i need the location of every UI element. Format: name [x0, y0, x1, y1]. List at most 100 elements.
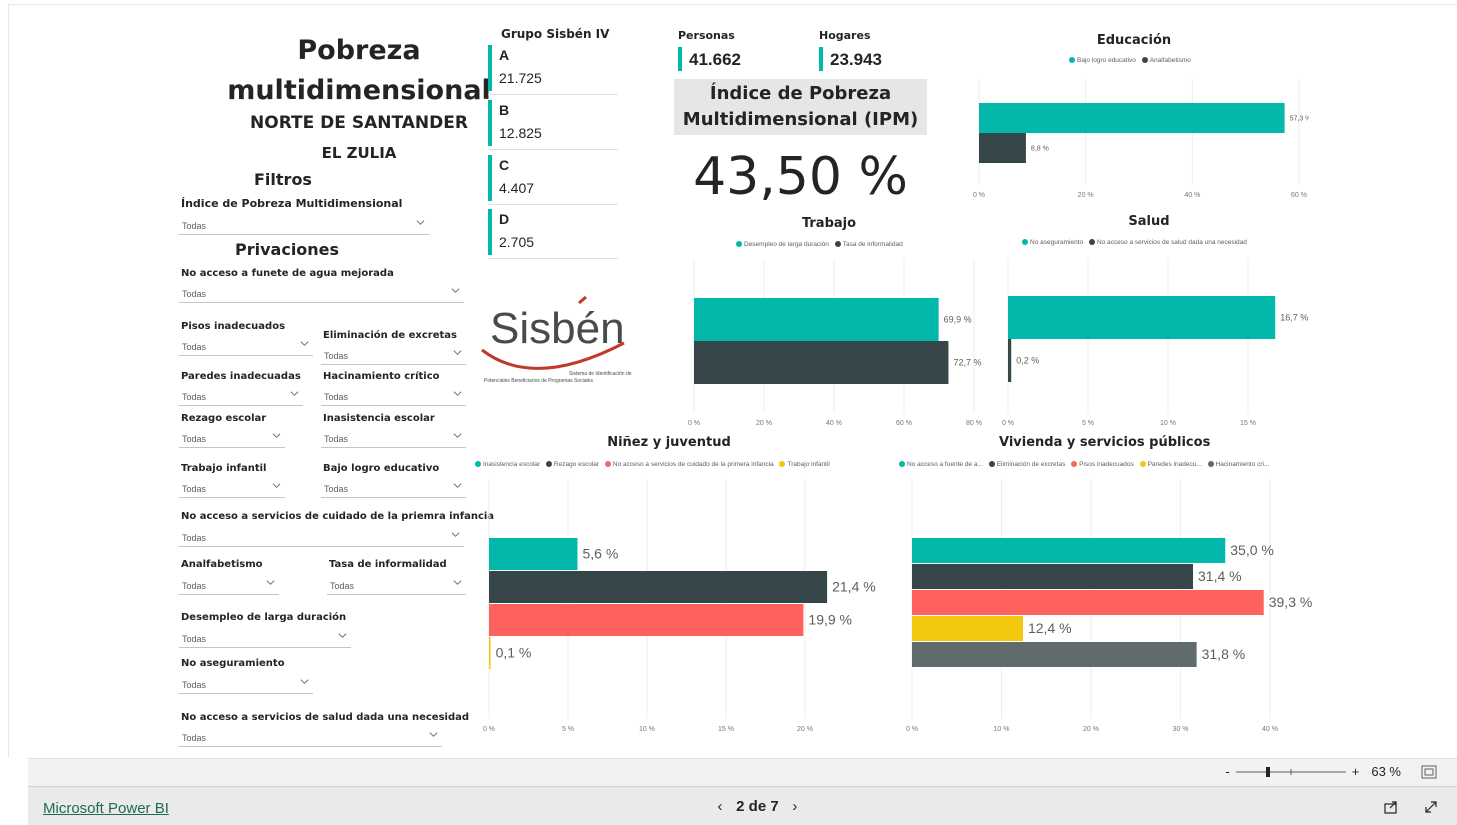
rezago-slicer[interactable]: Todas	[179, 429, 285, 448]
legend-item: No acceso a servicios de cuidado de la p…	[604, 461, 774, 468]
bar	[912, 564, 1194, 589]
legend-ninez: Inasistencia escolar Rezago escolar No a…	[475, 461, 834, 468]
cuidado-slicer[interactable]: Todas	[179, 528, 464, 547]
chevron-down-icon	[429, 732, 438, 737]
agua-slicer[interactable]: Todas	[179, 284, 464, 303]
chart-title-trabajo: Trabajo	[801, 216, 857, 231]
chart-title-vivienda: Vivienda y servicios públicos	[999, 435, 1211, 450]
legend-item: Bajo logro educativo	[1069, 57, 1136, 64]
legend-label: Inasistencia escolar	[483, 461, 541, 468]
tick-label: 40 %	[1262, 726, 1278, 733]
legend-label: Rezago escolar	[553, 461, 600, 468]
slicer-value: Todas	[324, 351, 349, 361]
analfabetismo-slicer[interactable]: Todas	[179, 576, 279, 595]
grupo-sisben-title: Grupo Sisbén IV	[501, 27, 610, 41]
tick-label: 20 %	[1078, 192, 1094, 199]
ipm-slicer[interactable]: Todas	[179, 216, 429, 235]
legend-dot	[1207, 461, 1214, 467]
legend-label: Paredes inadecu...	[1147, 461, 1202, 468]
card-accent	[488, 209, 492, 255]
next-page-icon[interactable]: ›	[783, 798, 807, 815]
legend-dot	[1088, 239, 1095, 245]
tick-label: 40 %	[1184, 192, 1200, 199]
bajo-logro-slicer[interactable]: Todas	[321, 479, 466, 498]
prev-page-icon[interactable]: ‹	[708, 798, 732, 815]
bar	[489, 604, 804, 636]
data-label: 16,7 %	[1280, 313, 1308, 323]
zoom-slider[interactable]	[1235, 766, 1346, 778]
zoom-in-button[interactable]: +	[1352, 764, 1360, 779]
fit-to-page-icon[interactable]	[1421, 765, 1437, 779]
chevron-down-icon	[272, 433, 281, 438]
chevron-down-icon	[416, 220, 425, 225]
pisos-slicer[interactable]: Todas	[179, 337, 313, 356]
grupo-letter: B	[499, 102, 510, 118]
ipm-title-line2: Multidimensional (IPM)	[682, 109, 919, 130]
power-bi-link[interactable]: Microsoft Power BI	[43, 800, 169, 817]
agua-filter-label: No acceso a funete de agua mejorada	[181, 268, 394, 279]
legend-label: No acceso a servicios de cuidado de la p…	[612, 461, 774, 468]
grupo-value: 21.725	[499, 70, 542, 86]
legend-label: Hacinamiento cri...	[1215, 461, 1270, 468]
salud-filter-label: No acceso a servicios de salud dada una …	[181, 712, 470, 723]
legend-dot	[475, 461, 481, 467]
slicer-value: Todas	[182, 484, 207, 494]
chevron-down-icon	[338, 633, 347, 638]
municipality-title: EL ZULIA	[321, 144, 397, 162]
hogares-value: 23.943	[830, 50, 882, 69]
tick-label: 60 %	[896, 420, 912, 427]
fullscreen-icon[interactable]	[1423, 799, 1439, 815]
inasistencia-slicer[interactable]: Todas	[321, 429, 466, 448]
logo-wordmark: Sisbén	[490, 304, 625, 353]
data-label: 8,8 %	[1031, 145, 1049, 152]
data-label: 5,6 %	[582, 546, 618, 562]
paredes-slicer[interactable]: Todas	[179, 387, 303, 406]
legend-item: Paredes inadecu...	[1139, 461, 1202, 468]
legend-label: No aseguramiento	[1030, 239, 1084, 246]
slicer-value: Todas	[182, 533, 207, 543]
tick-label: 10 %	[639, 726, 655, 733]
personas-accent	[678, 47, 682, 71]
slicer-value: Todas	[324, 484, 349, 494]
legend-item: Rezago escolar	[545, 461, 600, 468]
legend-item: No acceso a servicios de salud dada una …	[1088, 239, 1247, 246]
trabajo-infantil-slicer[interactable]: Todas	[179, 479, 285, 498]
salud-slicer[interactable]: Todas	[179, 728, 442, 747]
chart-title-salud: Salud	[1128, 214, 1170, 229]
legend-educacion: Bajo logro educativo Analfabetismo	[1069, 57, 1195, 64]
legend-dot	[1141, 57, 1148, 63]
informalidad-filter-label: Tasa de informalidad	[329, 559, 447, 570]
card-accent	[488, 100, 492, 146]
legend-label: Bajo logro educativo	[1077, 57, 1136, 64]
zoom-slider-thumb[interactable]	[1265, 766, 1270, 777]
legend-trabajo: Desempleo de larga duración Tasa de info…	[736, 241, 907, 248]
legend-item: Analfabetismo	[1141, 57, 1191, 64]
desempleo-slicer[interactable]: Todas	[179, 629, 351, 648]
chevron-down-icon	[453, 350, 462, 355]
data-label: 0,2 %	[1016, 356, 1039, 366]
zoom-out-button[interactable]: -	[1225, 764, 1229, 779]
slicer-value: Todas	[182, 392, 207, 402]
rezago-filter-label: Rezago escolar	[181, 413, 267, 424]
aseguramiento-filter-label: No aseguramiento	[181, 658, 285, 669]
legend-item: Tasa de informalidad	[834, 241, 903, 248]
legend-item: Eliminación de excretas	[988, 461, 1065, 468]
legend-dot	[736, 241, 742, 247]
excretas-slicer[interactable]: Todas	[321, 346, 466, 365]
bar	[1008, 339, 1012, 382]
legend-item: Desempleo de larga duración	[736, 241, 829, 248]
tick-label: 20 %	[756, 420, 772, 427]
chevron-down-icon	[266, 580, 275, 585]
aseguramiento-slicer[interactable]: Todas	[179, 675, 313, 694]
hacinamiento-slicer[interactable]: Todas	[321, 387, 466, 406]
trabajo-infantil-filter-label: Trabajo infantil	[181, 463, 267, 474]
page-title-line1: Pobreza	[297, 35, 421, 66]
tick-label: 5 %	[1082, 420, 1094, 427]
bar	[912, 642, 1197, 667]
informalidad-slicer[interactable]: Todas	[327, 576, 466, 595]
department-title: NORTE DE SANTANDER	[250, 113, 468, 133]
chevron-down-icon	[451, 532, 460, 537]
chevron-down-icon	[451, 288, 460, 293]
share-icon[interactable]	[1383, 799, 1399, 815]
legend-item: Inasistencia escolar	[475, 461, 540, 468]
